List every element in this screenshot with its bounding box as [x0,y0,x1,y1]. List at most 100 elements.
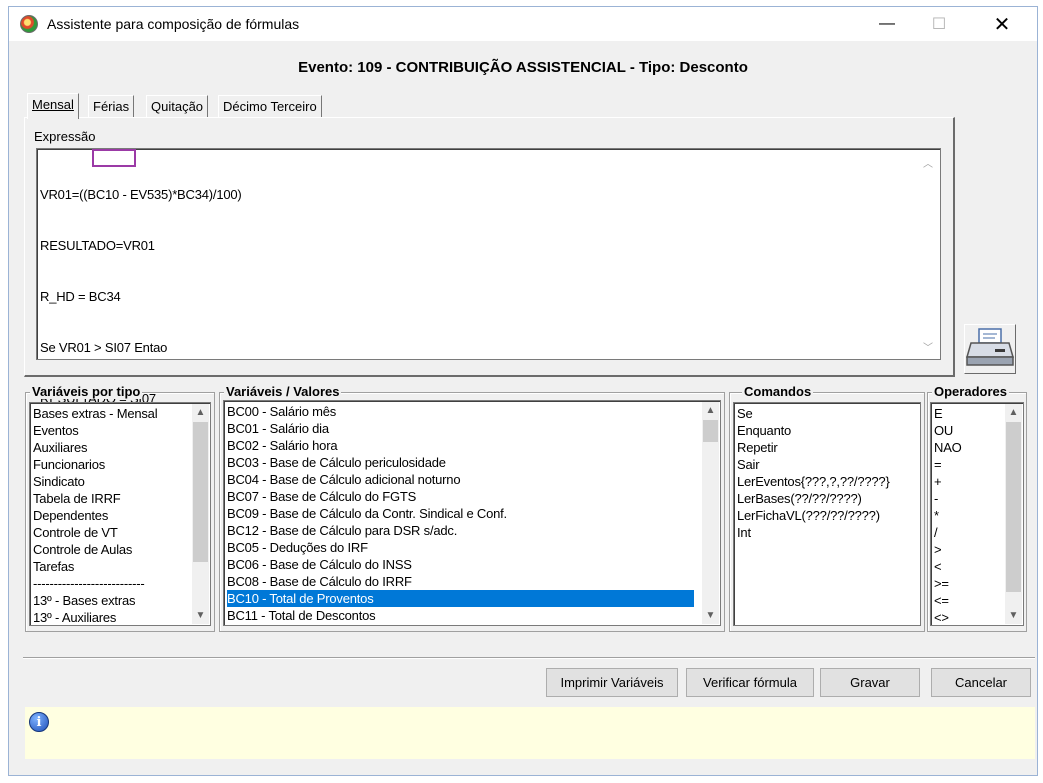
list-item[interactable]: 13º - Auxiliares [33,609,116,625]
list-separator: --------------------------- [33,576,145,591]
list-item[interactable]: Controle de Aulas [33,541,132,558]
list-variaveis-por-tipo[interactable]: Bases extras - Mensal Eventos Auxiliares… [29,402,211,626]
list-item[interactable]: BC05 - Deduções do IRF [227,539,368,556]
scrollbar[interactable]: ▲ ▼ [192,404,209,624]
highlighted-token-box [92,149,136,167]
expression-label: Expressão [34,129,96,144]
list-item[interactable]: <= [934,592,949,609]
chevron-up-icon[interactable]: ▲ [192,404,209,421]
list-item[interactable]: < [934,558,942,575]
list-item[interactable]: BC01 - Salário dia [227,420,329,437]
list-item-selected[interactable]: BC10 - Total de Proventos [227,590,694,607]
tab-label: Férias [93,99,130,114]
tab-label: Mensal [32,97,74,112]
info-panel [25,707,1035,759]
list-variaveis-valores[interactable]: BC00 - Salário mês BC01 - Salário dia BC… [223,400,721,626]
list-item[interactable]: BC12 - Base de Cálculo para DSR s/adc. [227,522,457,539]
list-item[interactable]: Tabela de IRRF [33,490,121,507]
list-item[interactable]: Controle de VT [33,524,118,541]
list-item[interactable]: NAO [934,439,962,456]
list-item[interactable]: Bases extras - Mensal [33,405,158,422]
expression-line: R_HD = BC34 [40,289,121,304]
tab-decimo-terceiro[interactable]: Décimo Terceiro [218,95,322,117]
cancelar-button[interactable]: Cancelar [931,668,1031,697]
scrollbar[interactable]: ▲ ▼ [702,402,719,624]
list-item[interactable]: > [934,541,942,558]
list-comandos[interactable]: Se Enquanto Repetir Sair LerEventos{???,… [733,402,921,626]
list-item[interactable]: Repetir [737,439,778,456]
tab-label: Décimo Terceiro [223,99,317,114]
expression-editor[interactable]: VR01=((BC10 - EV535)*BC34)/100) RESULTAD… [36,148,941,610]
scroll-down-icon[interactable]: ﹀ [923,339,933,354]
tab-mensal[interactable]: Mensal [27,93,79,119]
list-item[interactable]: Tarefas [33,558,74,575]
scrollbar-thumb[interactable] [193,422,208,562]
list-item[interactable]: BC00 - Salário mês [227,403,336,420]
list-item[interactable]: LerEventos{???,?,??/????} [737,473,890,490]
list-item[interactable]: = [934,456,942,473]
imprimir-variaveis-button[interactable]: Imprimir Variáveis [546,668,678,697]
minimize-button[interactable]: — [864,7,910,41]
group-title: Variáveis / Valores [224,384,342,399]
window-title: Assistente para composição de fórmulas [47,16,300,32]
list-item[interactable]: Sair [737,456,760,473]
printer-icon [966,328,1014,366]
print-button[interactable] [964,324,1016,374]
title-bar: Assistente para composição de fórmulas —… [9,7,1037,41]
list-item[interactable]: * [934,507,939,524]
list-item[interactable]: Enquanto [737,422,791,439]
list-item[interactable]: BC03 - Base de Cálculo periculosidade [227,454,446,471]
list-item[interactable]: BC08 - Base de Cálculo do IRRF [227,573,412,590]
gravar-button[interactable]: Gravar [820,668,920,697]
chevron-up-icon[interactable]: ▲ [702,402,719,419]
tab-label: Quitação [151,99,204,114]
scrollbar-thumb[interactable] [703,420,718,442]
list-item[interactable]: E [934,405,943,422]
scrollbar[interactable]: ▲ ▼ [1005,404,1022,624]
event-title: Evento: 109 - CONTRIBUIÇÃO ASSISTENCIAL … [298,59,748,76]
scrollbar-thumb[interactable] [1006,422,1021,592]
expression-line: RESULTADO=VR01 [40,238,155,253]
list-item[interactable]: Eventos [33,422,79,439]
list-item[interactable]: BC09 - Base de Cálculo da Contr. Sindica… [227,505,507,522]
expression-line: VR01=((BC10 - EV535)*BC34)/100) [40,187,242,202]
list-item[interactable]: + [934,473,942,490]
list-item[interactable]: / [934,524,938,541]
list-item[interactable]: LerBases(??/??/????) [737,490,862,507]
list-item[interactable]: OU [934,422,953,439]
list-item[interactable]: - [934,490,938,507]
list-item[interactable]: Auxiliares [33,439,88,456]
list-item[interactable]: Funcionarios [33,456,105,473]
list-item[interactable]: BC02 - Salário hora [227,437,338,454]
separator [23,657,1035,659]
list-operadores[interactable]: E OU NAO = + - * / > < >= <= <> ▲ ▼ [930,402,1024,626]
list-item[interactable]: >= [934,575,949,592]
list-item[interactable]: BC06 - Base de Cálculo do INSS [227,556,412,573]
group-title: Variáveis por tipo [30,384,143,399]
app-icon [20,15,38,33]
scroll-up-icon[interactable]: ︿ [923,155,933,170]
chevron-down-icon[interactable]: ▼ [192,607,209,624]
tab-ferias[interactable]: Férias [88,95,135,117]
list-item[interactable]: BC04 - Base de Cálculo adicional noturno [227,471,461,488]
chevron-down-icon[interactable]: ▼ [702,607,719,624]
list-item[interactable]: BC07 - Base de Cálculo do FGTS [227,488,416,505]
list-item[interactable]: Int [737,524,751,541]
tab-quitacao[interactable]: Quitação [146,95,209,117]
group-title: Comandos [742,384,814,399]
maximize-button[interactable]: ☐ [916,7,962,41]
list-item[interactable]: 13º - Bases extras [33,592,136,609]
list-item[interactable]: LerFichaVL(???/??/????) [737,507,880,524]
group-title: Operadores [932,384,1009,399]
dialog-window: Assistente para composição de fórmulas —… [8,6,1038,776]
list-item[interactable]: <> [934,609,949,625]
list-item[interactable]: Dependentes [33,507,108,524]
info-icon: i [29,712,49,732]
list-item[interactable]: Sindicato [33,473,85,490]
list-item[interactable]: BC11 - Total de Descontos [227,607,376,624]
chevron-up-icon[interactable]: ▲ [1005,404,1022,421]
list-item[interactable]: Se [737,405,753,422]
close-button[interactable]: ✕ [979,7,1025,41]
chevron-down-icon[interactable]: ▼ [1005,607,1022,624]
verificar-formula-button[interactable]: Verificar fórmula [686,668,814,697]
